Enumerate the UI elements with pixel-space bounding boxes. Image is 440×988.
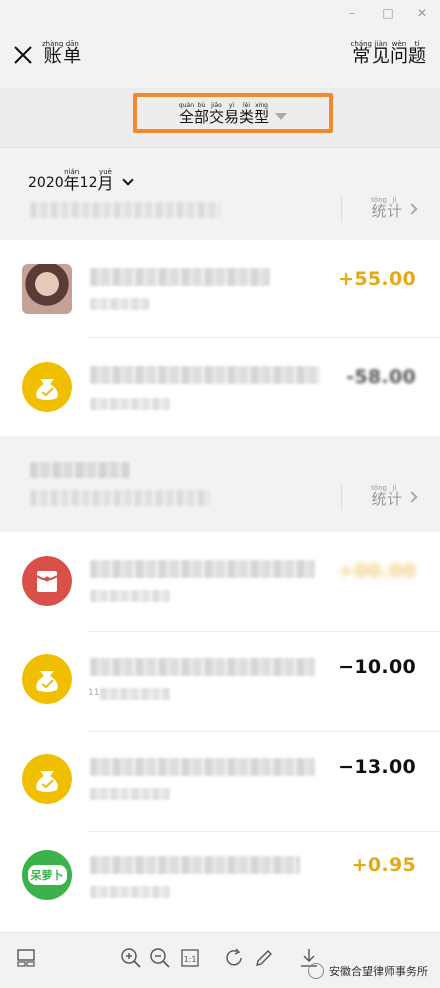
blurred-time [90, 398, 170, 410]
amount: +0.95 [351, 854, 416, 876]
blurred-title [90, 856, 300, 874]
red-packet-icon [22, 556, 72, 606]
blurred-title [90, 758, 315, 776]
blurred-time [100, 688, 170, 700]
amount: -58.00 [346, 366, 416, 388]
filter-bar: quán 全 bù 部 jiāo 交 yì 易 lèi 类 xíng 型 [0, 88, 440, 148]
faq-link[interactable]: cháng 常 jiàn 见 wèn 问 tí 题 [351, 40, 426, 66]
transaction-row[interactable]: 呆萝卜 +0.95 [0, 832, 440, 932]
rotate-icon[interactable] [224, 947, 246, 969]
divider [341, 196, 342, 222]
svg-text:1:1: 1:1 [184, 955, 197, 964]
time-fragment: 11 [88, 688, 100, 698]
blurred-title [90, 560, 315, 578]
amount: −10.00 [338, 656, 416, 678]
money-bag-icon [22, 654, 72, 704]
section-summary: tǒng 统 jì 计 [0, 436, 440, 532]
blurred-time [90, 886, 170, 898]
money-bag-icon [22, 362, 72, 412]
window-titlebar: – □ ✕ [0, 0, 440, 28]
statistics-link[interactable]: tǒng 统 jì 计 [371, 484, 418, 507]
blurred-summary [30, 202, 220, 218]
amount: +55.00 [338, 268, 416, 290]
caibaobu-logo-icon: 呆萝卜 [22, 850, 72, 900]
blurred-heading [30, 462, 130, 478]
zoom-in-icon[interactable] [120, 947, 142, 969]
page-header: zhàng 账 dān 单 cháng 常 jiàn 见 wèn 问 tí 题 [0, 28, 440, 88]
money-bag-icon [22, 754, 72, 804]
maximize-button[interactable]: □ [378, 4, 398, 22]
blurred-title [90, 268, 270, 286]
minimize-button[interactable]: – [342, 4, 362, 22]
blurred-time [90, 298, 150, 310]
thumbnail-icon[interactable] [16, 947, 36, 969]
blurred-title [90, 366, 320, 384]
month-selector[interactable]: 2020 nián 年 12 yuè 月 [28, 168, 134, 192]
blurred-time [90, 590, 170, 602]
actual-size-icon[interactable]: 1:1 [180, 947, 200, 969]
transaction-row[interactable]: −13.00 [0, 732, 440, 832]
transaction-row[interactable]: +55.00 [0, 240, 440, 338]
statistics-link[interactable]: tǒng 统 jì 计 [371, 196, 418, 219]
zoom-out-icon[interactable] [149, 947, 171, 969]
edit-pencil-icon[interactable] [253, 947, 275, 969]
amount: −13.00 [338, 756, 416, 778]
chevron-down-icon [121, 174, 134, 186]
viewer-toolbar: 1:1 安徽合望律师事务所 [0, 932, 440, 988]
month-summary: 2020 nián 年 12 yuè 月 tǒng 统 jì 计 [0, 148, 440, 240]
wechat-logo-icon [308, 963, 324, 979]
window-close-button[interactable]: ✕ [412, 4, 432, 22]
blurred-summary [30, 490, 210, 506]
dropdown-caret-icon [275, 112, 288, 120]
transaction-type-filter[interactable]: quán 全 bù 部 jiāo 交 yì 易 lèi 类 xíng 型 [133, 93, 333, 133]
divider [341, 484, 342, 510]
close-icon[interactable] [10, 42, 36, 68]
avatar [22, 264, 72, 314]
transaction-row[interactable]: +00.00 [0, 532, 440, 632]
transaction-row[interactable]: 11 −10.00 [0, 632, 440, 732]
amount: +00.00 [338, 560, 416, 582]
watermark: 安徽合望律师事务所 [308, 963, 428, 979]
blurred-time [90, 788, 170, 800]
chevron-right-icon [406, 491, 418, 503]
transaction-row[interactable]: -58.00 [0, 338, 440, 436]
chevron-right-icon [406, 203, 418, 215]
blurred-title [90, 658, 315, 676]
page-title: zhàng 账 dān 单 [42, 40, 82, 67]
